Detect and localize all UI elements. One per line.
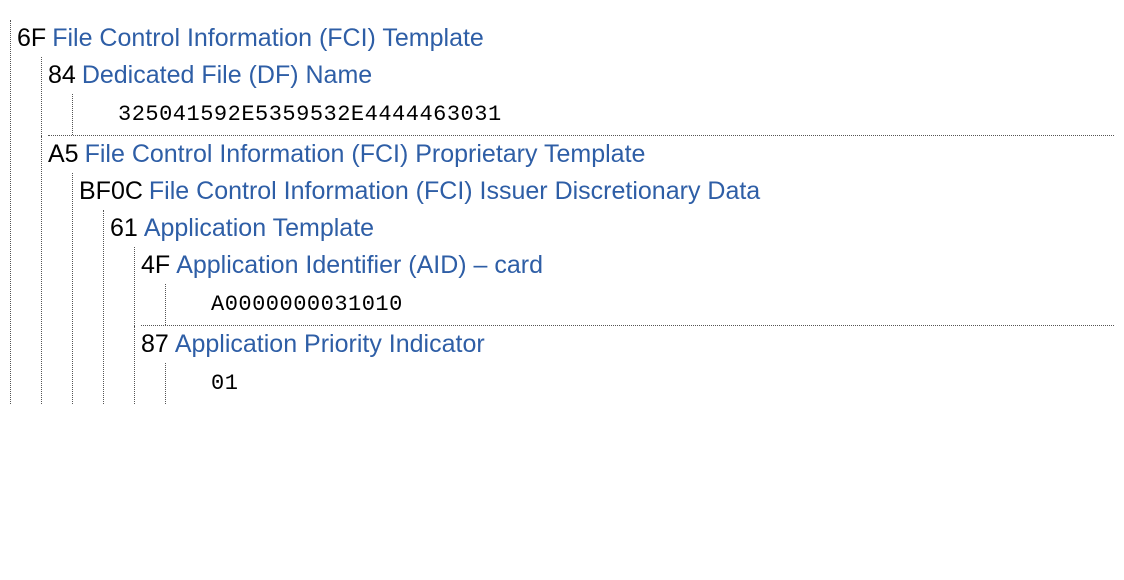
value-4F: A0000000031010 [166, 284, 1114, 325]
node-4F: 4F Application Identifier (AID) – card A… [134, 247, 1114, 326]
label-4F[interactable]: Application Identifier (AID) – card [176, 251, 543, 280]
value-87: 01 [166, 363, 1114, 404]
node-header-A5: A5 File Control Information (FCI) Propri… [42, 136, 1114, 173]
node-header-6F: 6F File Control Information (FCI) Templa… [11, 20, 1114, 57]
node-header-61: 61 Application Template [104, 210, 1114, 247]
node-header-84: 84 Dedicated File (DF) Name [42, 57, 1114, 94]
tag-A5: A5 [48, 140, 79, 169]
label-87[interactable]: Application Priority Indicator [175, 330, 485, 359]
node-header-4F: 4F Application Identifier (AID) – card [135, 247, 1114, 284]
tag-BF0C: BF0C [79, 177, 143, 206]
node-61: 61 Application Template 4F Application I… [103, 210, 1114, 404]
node-87: 87 Application Priority Indicator 01 [134, 326, 1114, 404]
value-84: 325041592E5359532E4444463031 [73, 94, 1114, 135]
node-header-BF0C: BF0C File Control Information (FCI) Issu… [73, 173, 1114, 210]
label-84[interactable]: Dedicated File (DF) Name [82, 61, 372, 90]
label-BF0C[interactable]: File Control Information (FCI) Issuer Di… [149, 177, 760, 206]
label-A5[interactable]: File Control Information (FCI) Proprieta… [85, 140, 646, 169]
label-6F[interactable]: File Control Information (FCI) Template [52, 24, 484, 53]
tlv-tree: 6F File Control Information (FCI) Templa… [10, 20, 1114, 404]
tag-4F: 4F [141, 251, 170, 280]
node-header-87: 87 Application Priority Indicator [135, 326, 1114, 363]
node-A5: A5 File Control Information (FCI) Propri… [41, 136, 1114, 404]
tag-61: 61 [110, 214, 138, 243]
tag-84: 84 [48, 61, 76, 90]
node-6F: 6F File Control Information (FCI) Templa… [10, 20, 1114, 404]
node-84: 84 Dedicated File (DF) Name 325041592E53… [41, 57, 1114, 136]
node-BF0C: BF0C File Control Information (FCI) Issu… [72, 173, 1114, 404]
tag-6F: 6F [17, 24, 46, 53]
tag-87: 87 [141, 330, 169, 359]
label-61[interactable]: Application Template [144, 214, 374, 243]
